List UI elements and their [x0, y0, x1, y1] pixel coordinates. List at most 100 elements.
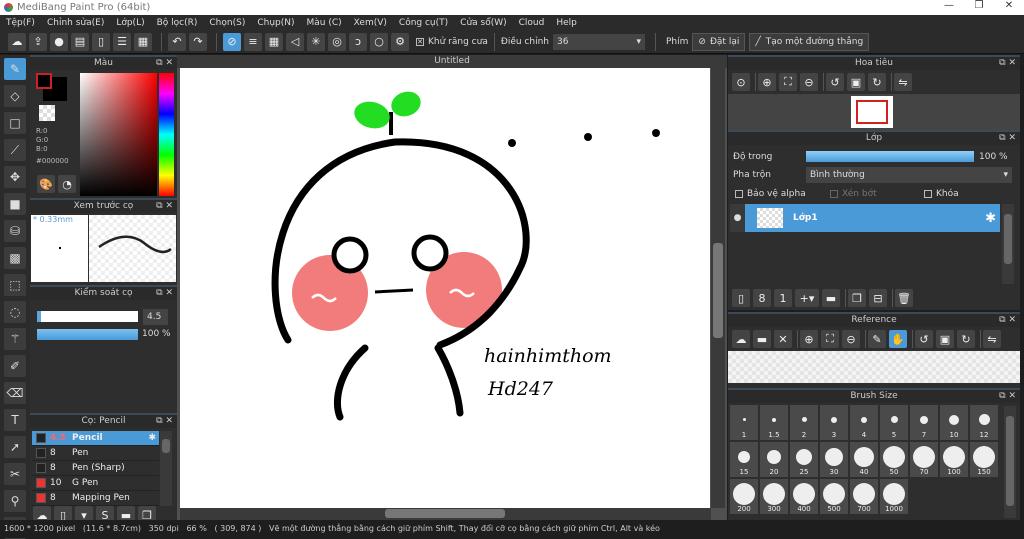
brush-size-option[interactable]: 10 [940, 405, 968, 440]
minimize-button[interactable]: — [934, 0, 964, 11]
brush-size-option[interactable]: 300 [760, 479, 788, 514]
add-layer-menu-icon[interactable]: +▾ [795, 289, 819, 307]
brush-size-option[interactable]: 25 [790, 442, 818, 477]
brush-size-option[interactable]: 7 [910, 405, 938, 440]
brush-size-option[interactable]: 12 [970, 405, 998, 440]
drawing-canvas[interactable]: hainhimthom Hd247 [180, 68, 710, 508]
brush-list-item[interactable]: 4.5 Pencil ✱ [32, 431, 159, 446]
text-tool-icon[interactable]: T [4, 409, 26, 431]
folder-icon[interactable]: ▬ [822, 289, 840, 307]
gradient-tool-icon[interactable]: ▩ [4, 247, 26, 269]
fill-shape-tool-icon[interactable]: ■ [4, 193, 26, 215]
menu-select[interactable]: Chọn(S) [209, 18, 245, 28]
eraser-tool-icon[interactable]: ◇ [4, 85, 26, 107]
flip-icon[interactable]: ⇋ [983, 330, 1001, 348]
document-tab[interactable]: Untitled [177, 55, 727, 68]
cloud-icon[interactable]: ☁ [8, 32, 26, 51]
new-8bit-layer-icon[interactable]: 8 [753, 289, 771, 307]
select-rect-tool-icon[interactable]: ⬚ [4, 274, 26, 296]
brush-size-option[interactable]: 400 [790, 479, 818, 514]
fit-icon[interactable]: ⛶ [779, 73, 797, 91]
menu-view[interactable]: Xem(V) [354, 18, 387, 28]
brush-size-option[interactable]: 2 [790, 405, 818, 440]
hue-slider[interactable] [159, 73, 174, 196]
operation-tool-icon[interactable]: ➚ [4, 436, 26, 458]
snap-off-icon[interactable]: ⊘ [223, 32, 241, 51]
list-icon[interactable]: ☰ [113, 32, 131, 51]
gear-icon[interactable]: ✱ [148, 433, 156, 443]
vertical-scrollbar[interactable] [711, 68, 725, 508]
parallel-snap-icon[interactable]: ≡ [244, 32, 262, 51]
gear-icon[interactable]: ✱ [985, 211, 996, 226]
visibility-icon[interactable]: ● [730, 204, 745, 232]
navigator-thumbnail[interactable] [851, 96, 893, 128]
menu-snap[interactable]: Chụp(N) [257, 18, 294, 28]
protect-alpha-checkbox[interactable]: Bảo vệ alpha [735, 189, 806, 199]
brush-list-item[interactable]: 8 Mapping Pen [32, 491, 159, 506]
zoom-in-icon[interactable]: ⊕ [758, 73, 776, 91]
zoom-out-icon[interactable]: ⊖ [800, 73, 818, 91]
concentric-snap-icon[interactable]: ◎ [328, 32, 346, 51]
grid-snap-icon[interactable]: ▦ [265, 32, 283, 51]
select-eraser-tool-icon[interactable]: ⌫ [4, 382, 26, 404]
adjust-select[interactable]: 36 ▾ [552, 33, 645, 50]
brush-list-item[interactable]: 10 G Pen [32, 476, 159, 491]
menu-help[interactable]: Help [556, 18, 577, 28]
brush-size-option[interactable]: 3 [820, 405, 848, 440]
brush-size-option[interactable]: 20 [760, 442, 788, 477]
open-folder-icon[interactable]: ▬ [753, 330, 771, 348]
panel-close-icon[interactable]: ⧉ ✕ [156, 415, 173, 428]
eyedropper-icon[interactable]: ✎ [868, 330, 886, 348]
zoom-actual-icon[interactable]: ⊙ [732, 73, 750, 91]
brush-size-option[interactable]: 150 [970, 442, 998, 477]
transparent-color-swatch[interactable] [39, 105, 55, 121]
rotate-reset-icon[interactable]: ▣ [936, 330, 954, 348]
zoom-out-icon[interactable]: ⊖ [842, 330, 860, 348]
menu-color[interactable]: Màu (C) [307, 18, 342, 28]
panel-close-icon[interactable]: ⧉ ✕ [156, 57, 173, 70]
brush-size-option[interactable]: 700 [850, 479, 878, 514]
panel-close-icon[interactable]: ⧉ ✕ [156, 200, 173, 213]
magic-wand-tool-icon[interactable]: ⚚ [4, 328, 26, 350]
hand-icon[interactable]: ✋ [889, 330, 907, 348]
color-history-icon[interactable]: ◔ [58, 175, 76, 193]
brush-size-option[interactable]: 70 [910, 442, 938, 477]
snap-settings-icon[interactable]: ⚙ [391, 32, 409, 51]
rotate-right-icon[interactable]: ↻ [957, 330, 975, 348]
brush-size-option[interactable]: 15 [730, 442, 758, 477]
curve-snap-icon[interactable]: ↄ [349, 32, 367, 51]
restore-button[interactable]: ❐ [964, 0, 994, 11]
saturation-value-picker[interactable] [80, 73, 157, 196]
rectangle-tool-icon[interactable]: □ [4, 112, 26, 134]
perspective-snap-icon[interactable]: ◁ [286, 32, 304, 51]
cloud-open-icon[interactable]: ☁ [732, 330, 750, 348]
brush-size-option[interactable]: 200 [730, 479, 758, 514]
panel-close-icon[interactable]: ⧉ ✕ [999, 390, 1016, 403]
layer-opacity-slider[interactable] [806, 151, 974, 162]
menu-edit[interactable]: Chỉnh sửa(E) [47, 18, 104, 28]
duplicate-layer-icon[interactable]: ❐ [848, 289, 866, 307]
brush-size-option[interactable]: 4 [850, 405, 878, 440]
menu-file[interactable]: Tệp(F) [6, 18, 35, 28]
brush-tool-icon[interactable]: ✎ [4, 58, 26, 80]
new-1bit-layer-icon[interactable]: 1 [774, 289, 792, 307]
grid-icon[interactable]: ▦ [134, 32, 152, 51]
primary-color-swatch[interactable] [36, 73, 52, 89]
share-icon[interactable]: ⇪ [29, 32, 47, 51]
redo-icon[interactable]: ↷ [189, 32, 207, 51]
brush-size-option[interactable]: 50 [880, 442, 908, 477]
brush-size-option[interactable]: 500 [820, 479, 848, 514]
new-layer-icon[interactable]: ▯ [732, 289, 750, 307]
layer-row[interactable]: ● Lớp1 ✱ [730, 204, 1000, 232]
rotate-right-icon[interactable]: ↻ [868, 73, 886, 91]
rotate-left-icon[interactable]: ↺ [915, 330, 933, 348]
layer-scrollbar[interactable] [1002, 204, 1014, 284]
panel-close-icon[interactable]: ⧉ ✕ [999, 314, 1016, 327]
brush-size-value[interactable]: 4.5 [143, 309, 168, 325]
brush-size-option[interactable]: 40 [850, 442, 878, 477]
move-tool-icon[interactable]: ✥ [4, 166, 26, 188]
panel-close-icon[interactable]: ⧉ ✕ [999, 132, 1016, 145]
menu-window[interactable]: Cửa sổ(W) [460, 18, 506, 28]
ellipse-snap-icon[interactable]: ○ [370, 32, 388, 51]
close-icon[interactable]: ✕ [774, 330, 792, 348]
